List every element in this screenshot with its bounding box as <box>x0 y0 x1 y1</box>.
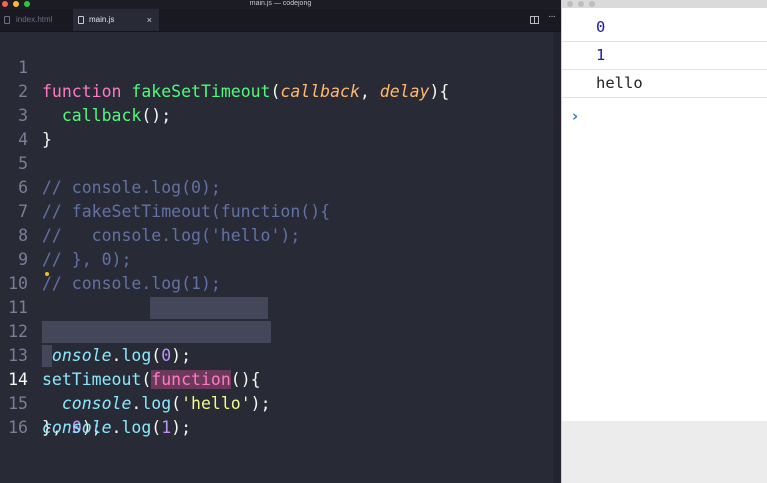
console-title-bar <box>562 0 767 8</box>
console-entry: hello <box>562 70 767 98</box>
tab-main-js[interactable]: main.js × <box>73 9 159 31</box>
console-entry-text: 1 <box>596 46 606 64</box>
selection-highlight <box>150 297 268 319</box>
code-token: ); <box>171 418 192 437</box>
code-line: 6 // fakeSetTimeout(function(){ <box>0 152 561 221</box>
code-line: 4 <box>0 104 561 149</box>
code-line: 15 console.log(1); <box>0 368 561 437</box>
line-number: 16 <box>8 418 28 437</box>
maximize-window-icon[interactable] <box>589 1 595 7</box>
code-line: 10 <box>0 248 561 293</box>
code-token: console <box>42 418 112 437</box>
code-line: 5 // console.log(0); <box>0 128 561 197</box>
code-line: 8 // }, 0); <box>0 200 561 269</box>
code-line: 3 } <box>0 80 561 149</box>
console-entry: 0 <box>562 14 767 42</box>
tab-label: index.html <box>16 15 53 24</box>
code-line: 7 // console.log('hello'); <box>0 176 561 245</box>
window-title: main.js — codejong <box>249 0 312 7</box>
code-line: 16 <box>0 392 561 437</box>
split-editor-icon[interactable] <box>530 16 539 24</box>
code-token: 1 <box>161 418 172 437</box>
code-line: 13 console.log('hello'); <box>0 320 561 413</box>
console-prompt-icon[interactable]: › <box>572 107 578 125</box>
code-token: log <box>121 418 152 437</box>
selection-highlight <box>42 345 52 367</box>
tab-label: main.js <box>89 15 115 24</box>
lightbulb-icon[interactable] <box>45 272 49 276</box>
file-icon <box>78 16 84 24</box>
console-panel: 0 1 hello › <box>561 0 767 483</box>
close-window-icon[interactable] <box>567 1 573 7</box>
more-actions-icon[interactable]: ··· <box>548 11 556 22</box>
code-line: 11 console.log(0); <box>0 272 561 365</box>
tab-bar: index.html main.js × ··· <box>0 9 561 32</box>
code-line: 2 callback(); <box>0 56 561 125</box>
code-token: . <box>111 418 122 437</box>
editor-scrollbar[interactable] <box>553 32 561 483</box>
console-entry: 1 <box>562 42 767 70</box>
code-editor[interactable]: 1 function fakeSetTimeout(callback, dela… <box>0 32 561 483</box>
minimize-window-icon[interactable] <box>578 1 584 7</box>
console-output[interactable]: 0 1 hello › <box>562 8 767 421</box>
close-tab-icon[interactable]: × <box>147 9 152 31</box>
code-line: 14 }, 0); <box>0 344 561 437</box>
code-line: 9 // console.log(1); <box>0 224 561 293</box>
file-icon <box>4 16 10 24</box>
title-bar: main.js — codejong <box>0 0 561 8</box>
console-entry-text: 0 <box>596 18 606 36</box>
selection-highlight <box>42 321 271 343</box>
code-token: ( <box>151 418 162 437</box>
console-entry-text: hello <box>596 74 643 92</box>
code-line: 1 function fakeSetTimeout(callback, dela… <box>0 32 561 101</box>
code-line: 12 setTimeout(function(){ <box>0 296 561 389</box>
